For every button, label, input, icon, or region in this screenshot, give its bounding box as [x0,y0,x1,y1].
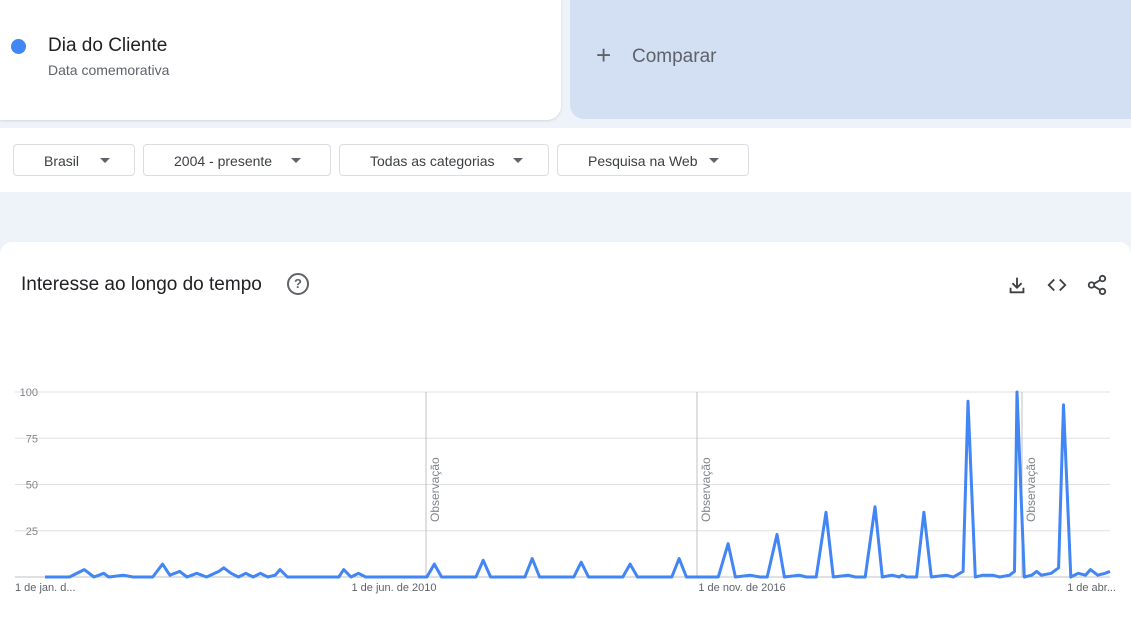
annotation-label: Observação [428,457,442,522]
plus-icon: + [596,40,612,70]
chevron-down-icon [291,158,301,163]
y-tick-label: 75 [26,433,38,445]
compare-button[interactable]: + Comparar [570,0,1131,119]
search-term-card[interactable]: Dia do Cliente Data comemorativa [0,0,561,120]
search-type-filter-dropdown[interactable]: Pesquisa na Web [557,144,749,176]
time-range-filter-label: 2004 - presente [174,153,273,169]
annotation-label: Observação [699,457,713,522]
x-tick-label: 1 de nov. de 2016 [698,582,785,594]
category-filter-dropdown[interactable]: Todas as categorias [339,144,549,176]
interest-line-chart: 100 75 50 25 1 de jan. d... 1 de jun. de 2010… [15,387,1116,594]
x-tick-label: 1 de abr... [1067,582,1116,594]
interest-over-time-panel: Interesse ao longo do tempo ? 100 75 50 25 1… [0,242,1131,623]
y-tick-label: 100 [20,387,38,399]
time-range-filter-dropdown[interactable]: 2004 - presente [143,144,331,176]
search-term-subtitle: Data comemorativa [48,62,170,78]
embed-code-icon[interactable] [1046,274,1068,296]
chevron-down-icon [100,158,110,163]
region-filter-dropdown[interactable]: Brasil [13,144,135,176]
share-icon[interactable] [1086,274,1108,296]
help-circle-icon[interactable]: ? [287,273,309,295]
compare-label: Comparar [632,46,717,67]
annotation-label: Observação [1024,457,1038,522]
search-term-title: Dia do Cliente [48,35,168,56]
chevron-down-icon [709,158,719,163]
chevron-down-icon [513,158,523,163]
search-type-filter-label: Pesquisa na Web [588,153,698,169]
filter-bar: Brasil 2004 - presente Todas as categori… [0,128,1131,192]
download-icon[interactable] [1006,274,1028,296]
y-tick-label: 50 [26,480,38,492]
y-tick-label: 25 [26,526,38,538]
panel-title: Interesse ao longo do tempo [21,274,262,295]
x-tick-label: 1 de jan. d... [15,582,76,594]
series-color-dot [11,39,26,54]
category-filter-label: Todas as categorias [370,153,495,169]
region-filter-label: Brasil [44,153,80,169]
x-tick-label: 1 de jun. de 2010 [351,582,436,594]
